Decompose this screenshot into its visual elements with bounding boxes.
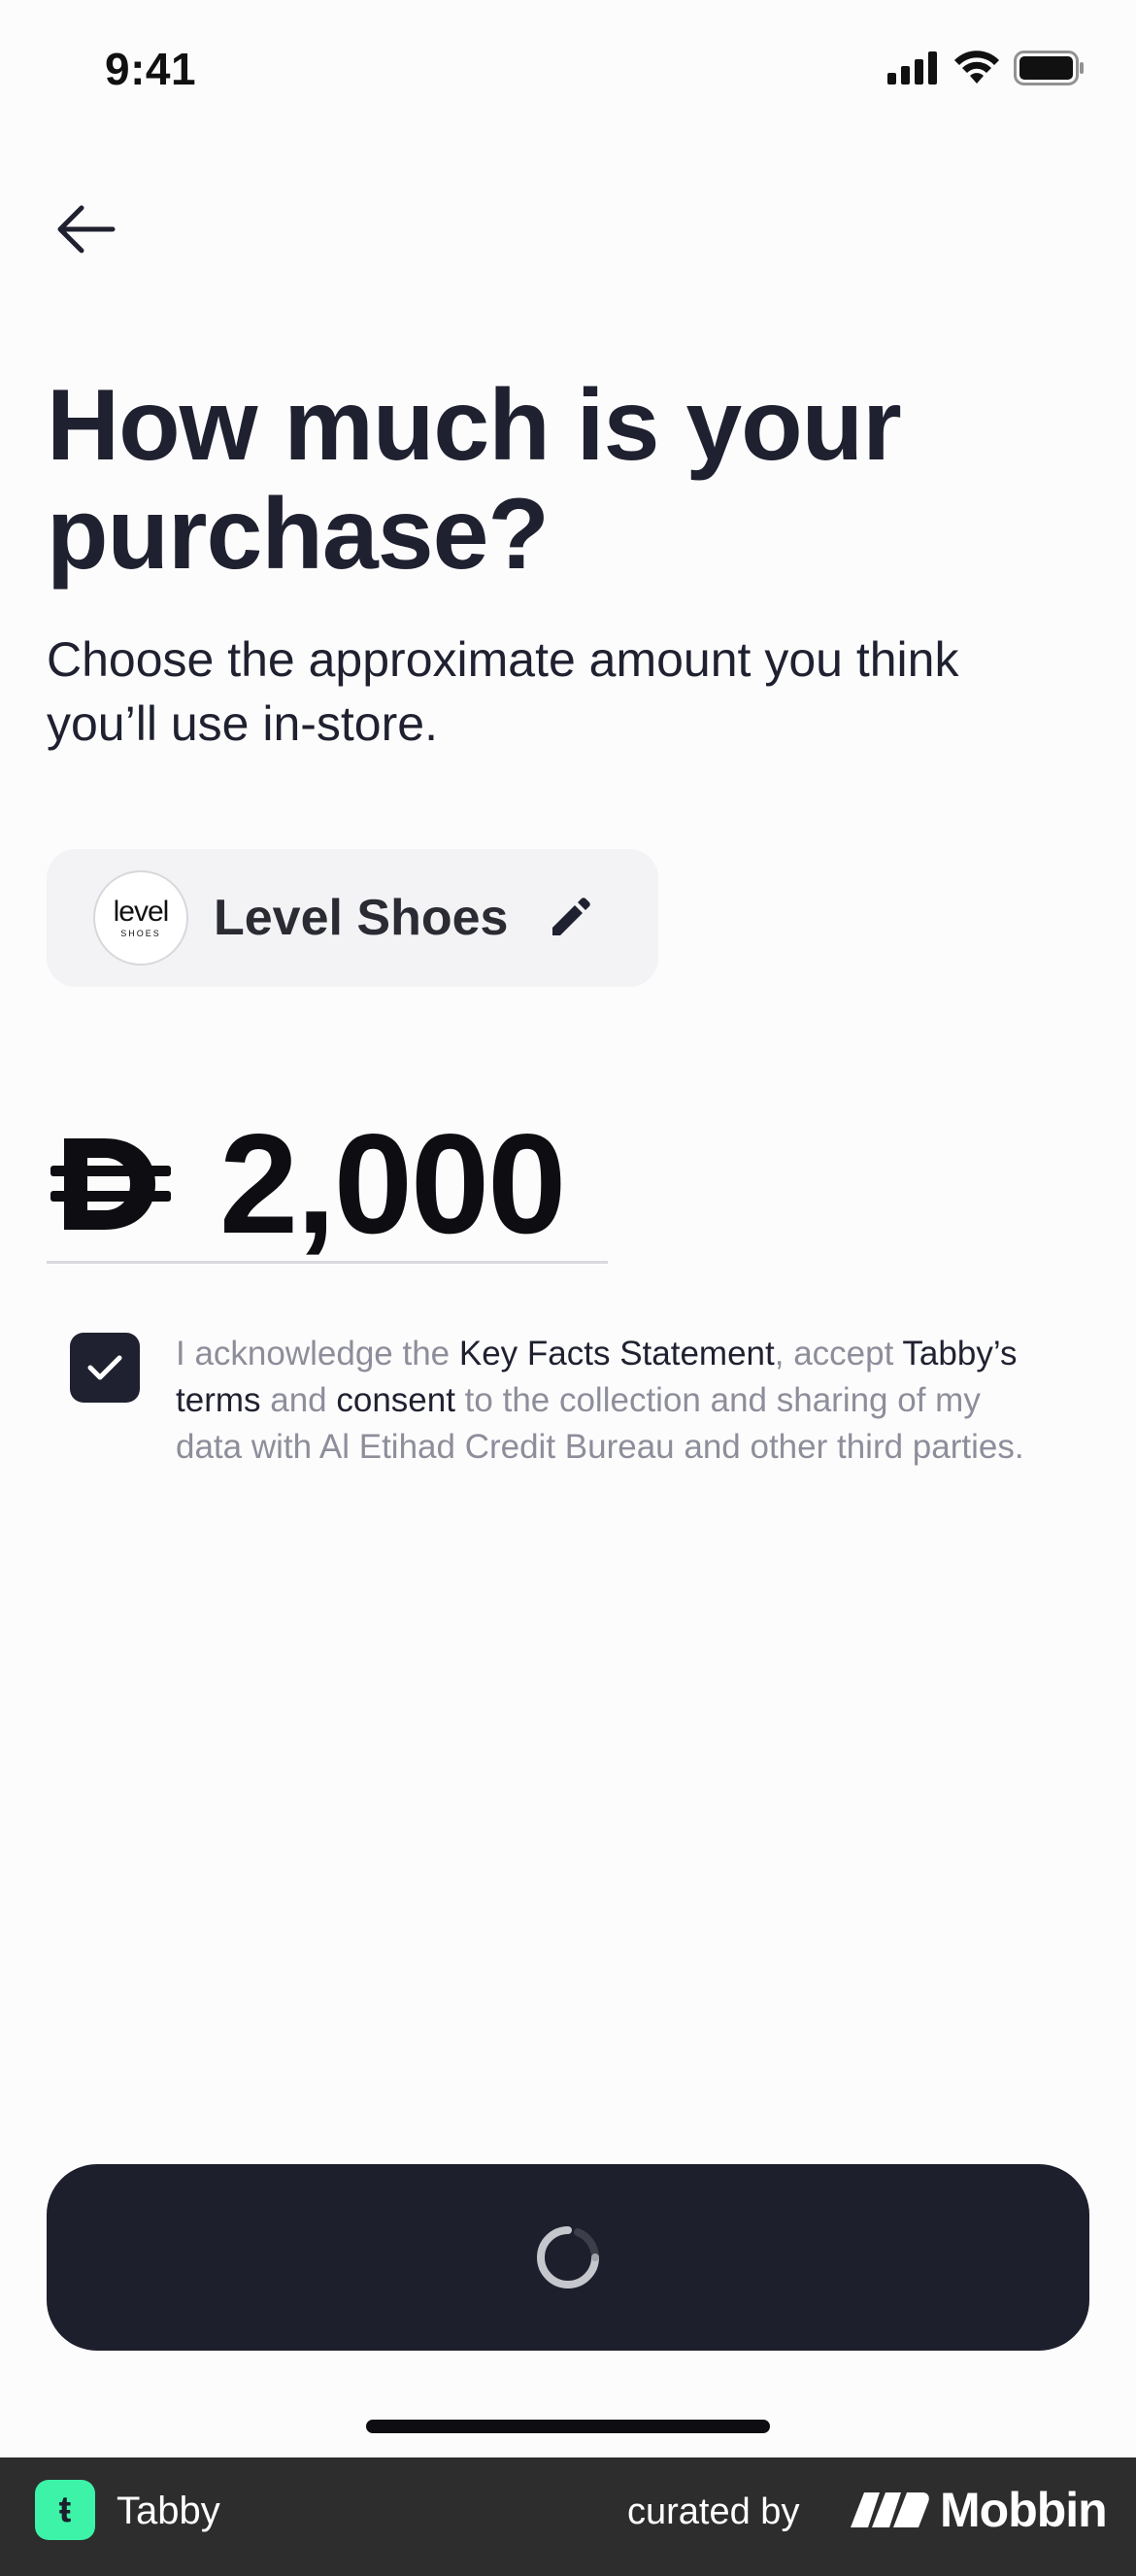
consent-link[interactable]: consent — [336, 1381, 455, 1419]
dirham-icon — [50, 1131, 171, 1237]
mobbin-logo-icon — [851, 2492, 929, 2527]
arrow-left-icon — [57, 205, 116, 254]
edit-merchant-button[interactable] — [547, 895, 593, 941]
consent-text-1: I acknowledge the — [176, 1335, 459, 1373]
consent-text: I acknowledge the Key Facts Statement, a… — [176, 1331, 1040, 1471]
footer-curated-by: curated by — [627, 2491, 800, 2532]
footer-bar: ŧ Tabby curated by Mobbin — [0, 2457, 1136, 2576]
pencil-icon — [552, 898, 591, 935]
consent-text-3: and — [260, 1381, 337, 1419]
merchant-logo-text: level — [113, 896, 170, 928]
consent-text-2: , accept — [774, 1335, 903, 1373]
wifi-icon — [954, 51, 999, 84]
home-indicator — [366, 2420, 770, 2433]
page-title: How much is your purchase? — [47, 369, 902, 591]
amount-input[interactable]: 2,000 — [47, 1107, 608, 1264]
spinner-icon — [537, 2226, 599, 2288]
merchant-logo-subtext: SHOES — [120, 929, 161, 938]
amount-value: 2,000 — [219, 1104, 566, 1263]
merchant-selector[interactable]: level SHOES Level Shoes — [47, 849, 658, 987]
tabby-logo-icon: ŧ — [35, 2480, 95, 2540]
page-subtitle: Choose the approximate amount you think … — [47, 632, 959, 751]
continue-button[interactable] — [47, 2164, 1089, 2351]
back-button[interactable] — [47, 194, 124, 264]
footer-app-name: Tabby — [117, 2490, 220, 2532]
cellular-signal-icon — [887, 51, 937, 85]
status-bar: 9:41 — [0, 0, 1136, 146]
status-time: 9:41 — [105, 44, 197, 94]
merchant-name: Level Shoes — [214, 890, 509, 946]
battery-icon — [1014, 51, 1084, 85]
merchant-logo: level SHOES — [93, 870, 188, 966]
checkmark-icon — [87, 1355, 122, 1380]
key-facts-statement-link[interactable]: Key Facts Statement — [459, 1335, 775, 1373]
footer-brand: Mobbin — [940, 2483, 1108, 2537]
status-icons — [887, 51, 1086, 85]
consent-checkbox[interactable] — [70, 1333, 140, 1403]
